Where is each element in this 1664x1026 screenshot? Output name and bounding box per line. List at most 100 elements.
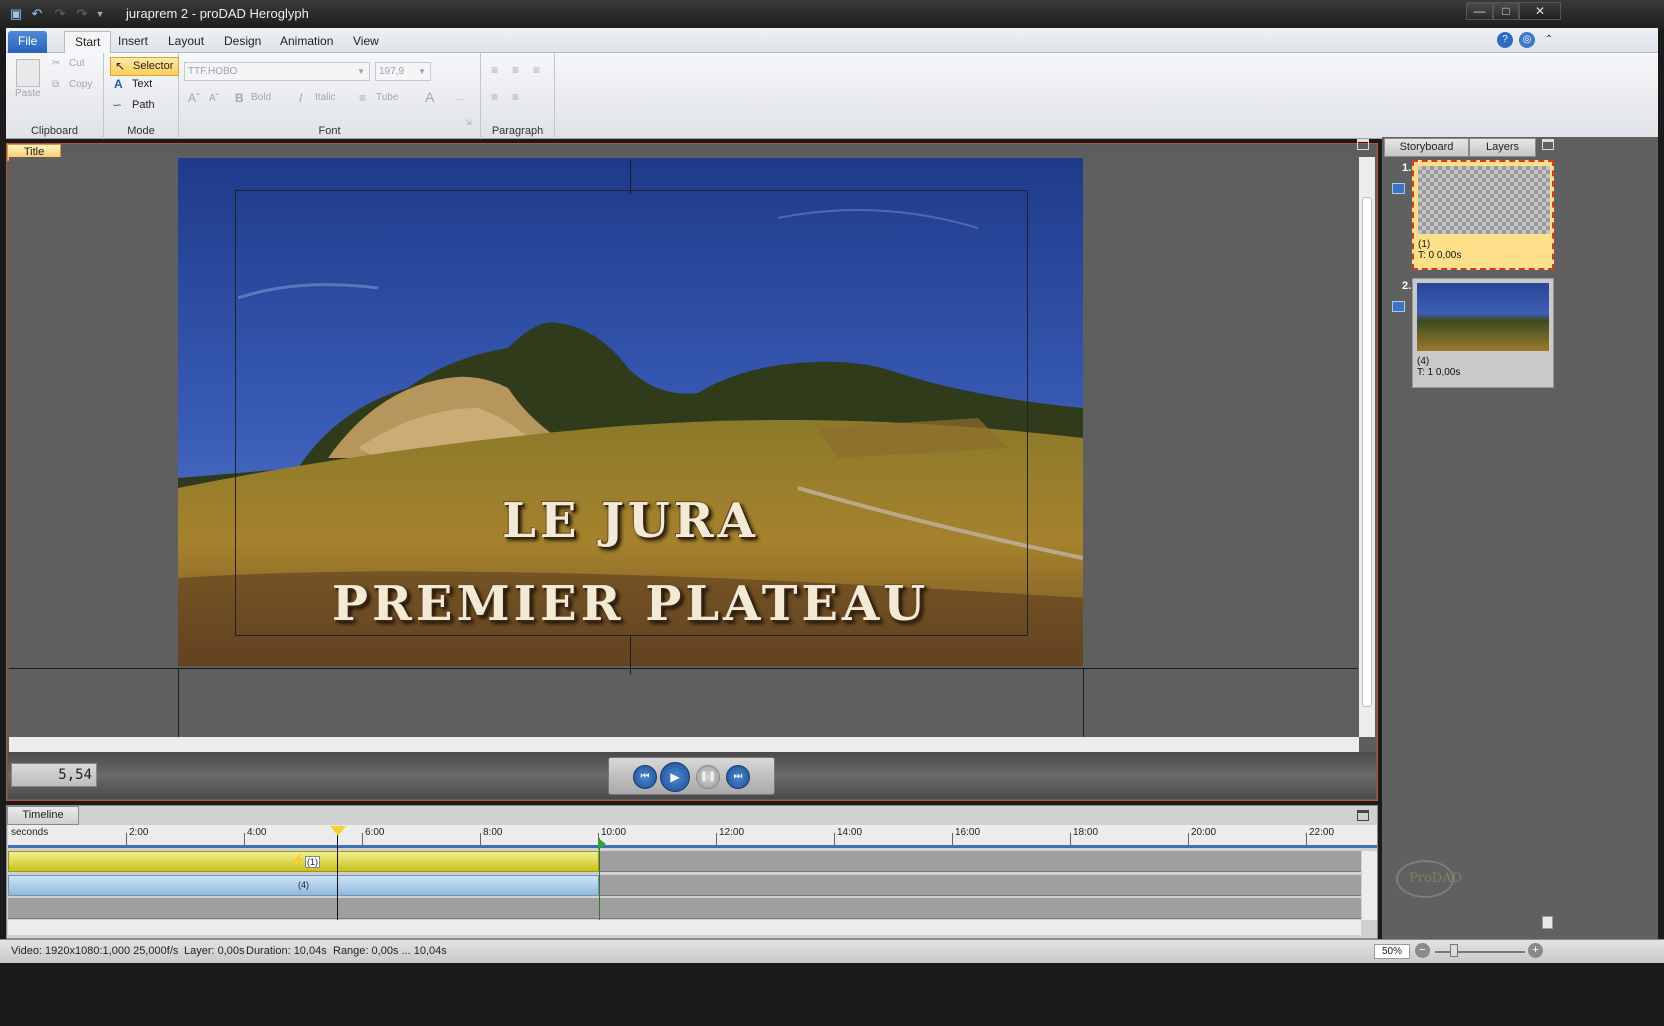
tab-file[interactable]: File — [8, 31, 48, 53]
range-info: Range: 0,00s ... 10,04s — [333, 945, 447, 957]
cut-button[interactable]: Cut — [69, 58, 85, 69]
zoom-in-icon[interactable]: + — [1528, 943, 1543, 958]
font-group: TTF.HOBO ▼ 197,9 ▼ Aˆ Aˇ B Bold I Italic ≡… — [179, 53, 481, 139]
storyboard-item[interactable]: (4) T: 1 0,00s — [1412, 278, 1554, 388]
monitor-icon[interactable] — [1392, 301, 1405, 312]
justify-icon[interactable]: ≡ — [491, 90, 498, 104]
undo-icon[interactable]: ↶ — [29, 6, 45, 22]
tab-layout[interactable]: Layout — [158, 31, 214, 53]
help-icon[interactable]: ? — [1497, 32, 1513, 48]
mode-group-label: Mode — [127, 125, 155, 137]
tab-start[interactable]: Start — [64, 31, 112, 53]
tab-design[interactable]: Design — [214, 31, 271, 53]
font-family-value: TTF.HOBO — [188, 66, 238, 77]
shrink-font-icon[interactable]: Aˇ — [209, 93, 219, 104]
paragraph-group-label: Paragraph — [491, 125, 544, 137]
tab-storyboard[interactable]: Storyboard — [1384, 138, 1469, 157]
paste-icon[interactable] — [16, 59, 40, 87]
distribute-icon[interactable]: ≡ — [512, 90, 519, 104]
zoom-slider-thumb[interactable] — [1450, 944, 1458, 957]
path-mode-button[interactable]: Path — [132, 99, 155, 111]
storyboard-thumbnail — [1418, 166, 1550, 234]
redo-icon[interactable]: ↷ — [52, 6, 68, 22]
skip-to-start-button[interactable]: ⏮ — [633, 765, 657, 789]
selector-button[interactable]: ↖ Selector — [110, 57, 179, 76]
canvas-vertical-scrollbar[interactable] — [1359, 157, 1375, 737]
cursor-arrow-icon: ↖ — [115, 59, 126, 73]
font-group-label: Font — [318, 125, 341, 137]
ruler-label: 16:00 — [955, 827, 981, 838]
italic-button[interactable]: Italic — [315, 92, 336, 103]
align-left-icon[interactable]: ≡ — [491, 63, 498, 77]
ruler-units: seconds — [11, 827, 49, 838]
ruler-label: 6:00 — [365, 827, 385, 838]
canvas-horizontal-scrollbar[interactable] — [9, 737, 1359, 752]
align-center-icon[interactable]: ≡ — [512, 63, 519, 77]
more-font-options-button[interactable]: ... — [457, 92, 465, 103]
zoom-slider[interactable] — [1435, 951, 1525, 953]
guide-vertical-left — [178, 668, 179, 737]
font-family-select[interactable]: TTF.HOBO ▼ — [184, 62, 370, 81]
timeline-ruler[interactable]: seconds 2:00 4:00 6:00 8:00 10:00 12:00 … — [8, 825, 1377, 848]
clip-label: (1) — [305, 856, 320, 868]
skip-to-end-button[interactable]: ⏭ — [726, 765, 750, 789]
ruler-tick — [1188, 833, 1189, 845]
playhead-marker-icon[interactable] — [330, 826, 346, 836]
pause-button[interactable]: ❚❚ — [696, 765, 720, 789]
timeline-horizontal-scrollbar[interactable] — [8, 920, 1361, 935]
end-marker[interactable] — [599, 838, 600, 920]
redo-dropdown-icon[interactable]: ↷ — [74, 6, 90, 22]
minimize-button[interactable]: — — [1466, 2, 1493, 20]
transport-controls: ⏮ ▶ ❚❚ ⏭ — [608, 757, 775, 795]
timeline-track[interactable] — [8, 898, 1361, 919]
tab-layers[interactable]: Layers — [1469, 138, 1536, 157]
save-icon[interactable]: ▣ — [8, 6, 24, 22]
maximize-panel-icon[interactable] — [1357, 139, 1369, 150]
status-bar: Video: 1920x1080:1,000 25,000f/s Layer: … — [0, 939, 1664, 963]
monitor-icon[interactable] — [1392, 183, 1405, 194]
ruler-label: 10:00 — [601, 827, 627, 838]
storyboard-thumbnail — [1417, 283, 1549, 351]
font-size-select[interactable]: 197,9 ▼ — [375, 62, 431, 81]
tab-timeline[interactable]: Timeline — [7, 806, 79, 825]
timeline-clip[interactable]: (4) — [8, 875, 599, 896]
align-right-icon[interactable]: ≡ — [533, 63, 540, 77]
font-color-icon[interactable]: A — [425, 89, 434, 105]
scroll-thumb[interactable] — [1362, 197, 1372, 707]
maximize-pane-icon[interactable] — [1542, 139, 1554, 150]
info-icon[interactable]: ◎ — [1519, 32, 1535, 48]
text-tool-icon: A — [114, 77, 123, 91]
tab-insert[interactable]: Insert — [108, 31, 158, 53]
ruler-tick — [1306, 833, 1307, 845]
storyboard-item-number: 1. — [1402, 162, 1412, 174]
copy-icon: ⧉ — [52, 79, 60, 90]
storyboard-item[interactable]: (1) T: 0 0,00s — [1412, 160, 1554, 270]
video-info: Video: 1920x1080:1,000 25,000f/s — [11, 945, 179, 957]
maximize-timeline-icon[interactable] — [1357, 810, 1369, 821]
end-marker-icon[interactable] — [598, 838, 606, 850]
copy-button[interactable]: Copy — [69, 79, 92, 90]
timeline-vertical-scrollbar[interactable] — [1362, 851, 1377, 920]
close-button[interactable]: ✕ — [1519, 2, 1561, 20]
paste-button[interactable]: Paste — [15, 88, 41, 99]
ruler-tick — [952, 833, 953, 845]
customize-quick-access-icon[interactable]: ▼ — [92, 6, 108, 22]
storyboard-item-number: 2. — [1402, 280, 1412, 292]
grow-font-icon[interactable]: Aˆ — [188, 91, 200, 105]
ruler-label: 2:00 — [129, 827, 149, 838]
play-button[interactable]: ▶ — [660, 762, 690, 792]
new-item-icon[interactable] — [1542, 916, 1553, 929]
playhead[interactable] — [337, 830, 338, 920]
bold-button[interactable]: Bold — [251, 92, 271, 103]
zoom-out-icon[interactable]: − — [1415, 943, 1430, 958]
ruler-label: 12:00 — [719, 827, 745, 838]
tab-animation[interactable]: Animation — [270, 31, 343, 53]
title-bar: ▣ ↶ ↷ ↷ ▼ juraprem 2 - proDAD Heroglyph … — [0, 0, 1664, 28]
collapse-ribbon-icon[interactable]: ⌃ — [1541, 32, 1557, 48]
zoom-level[interactable]: 50% — [1374, 944, 1410, 959]
maximize-button[interactable]: □ — [1493, 2, 1519, 20]
timeline-clip[interactable]: ⚡ (1) — [8, 851, 599, 872]
text-mode-button[interactable]: Text — [132, 78, 152, 90]
tube-button[interactable]: Tube — [376, 92, 398, 103]
tab-view[interactable]: View — [343, 31, 389, 53]
